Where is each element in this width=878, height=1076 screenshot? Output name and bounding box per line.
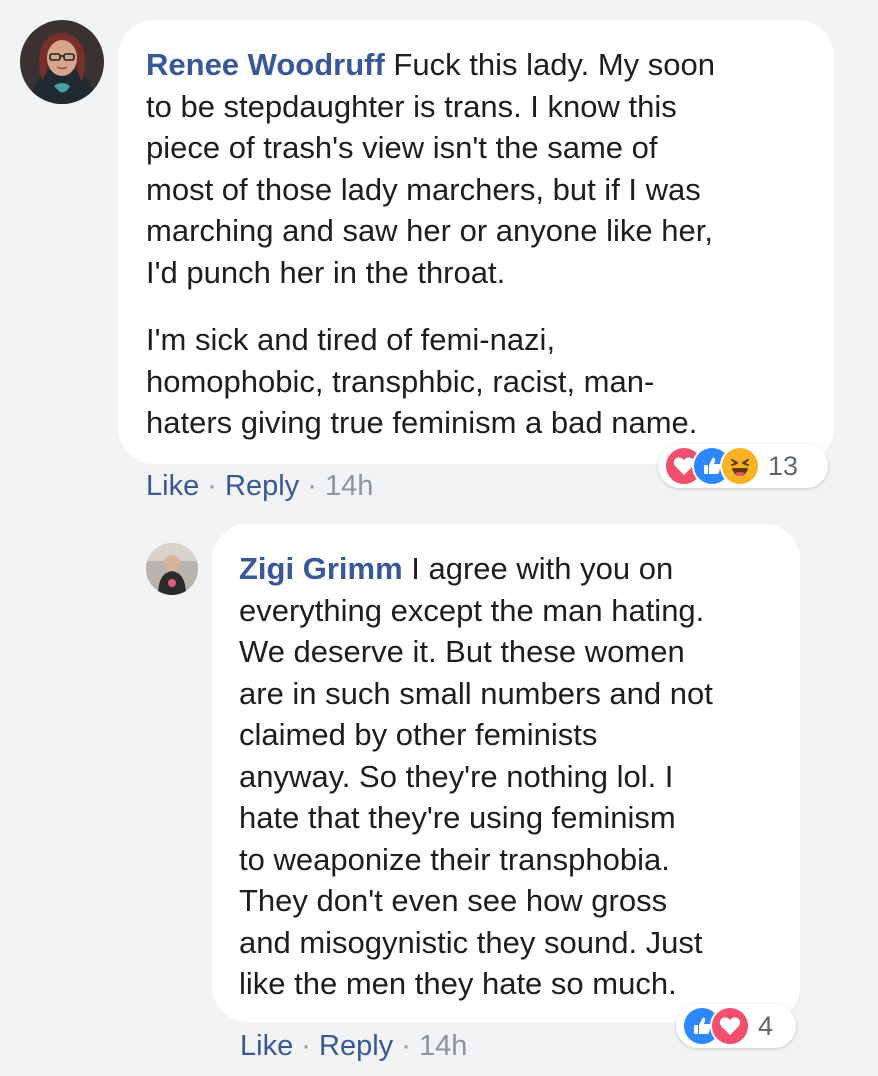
- comment-author-name[interactable]: Renee Woodruff: [146, 47, 385, 82]
- comment-bubble: Renee Woodruff Fuck this lady. My soon t…: [118, 20, 834, 464]
- separator: ·: [401, 1030, 411, 1062]
- separator: ·: [307, 470, 317, 502]
- comment-text: Renee Woodruff Fuck this lady. My soon t…: [146, 44, 814, 293]
- reply-button[interactable]: Reply: [319, 1030, 393, 1062]
- comment-body-text: I agree with you on everything except th…: [239, 551, 713, 1001]
- separator: ·: [207, 470, 217, 502]
- reaction-summary[interactable]: 4: [676, 1004, 796, 1048]
- like-button[interactable]: Like: [240, 1030, 293, 1062]
- comment-actions: Like · Reply · 14h: [146, 470, 373, 503]
- avatar-renee-woodruff[interactable]: [20, 20, 104, 104]
- timestamp[interactable]: 14h: [325, 470, 373, 502]
- reaction-count: 4: [758, 1010, 774, 1041]
- like-button[interactable]: Like: [146, 470, 199, 502]
- comment-author-name[interactable]: Zigi Grimm: [239, 551, 403, 586]
- comment-actions: Like · Reply · 14h: [240, 1030, 467, 1063]
- reaction-count: 13: [768, 450, 799, 481]
- comment-body-text: Fuck this lady. My soon to be stepdaught…: [146, 47, 716, 290]
- comment-paragraph: I'm sick and tired of femi-nazi, homopho…: [146, 322, 698, 440]
- avatar-zigi-grimm[interactable]: [146, 543, 198, 595]
- haha-icon: [720, 446, 760, 486]
- timestamp[interactable]: 14h: [419, 1030, 467, 1062]
- reply-button[interactable]: Reply: [225, 470, 299, 502]
- reaction-summary[interactable]: 13: [658, 444, 828, 488]
- separator: ·: [301, 1030, 311, 1062]
- reply-bubble: Zigi Grimm I agree with you on everythin…: [212, 524, 800, 1022]
- comment-text: Zigi Grimm I agree with you on everythin…: [239, 548, 780, 1005]
- love-icon: [710, 1006, 750, 1046]
